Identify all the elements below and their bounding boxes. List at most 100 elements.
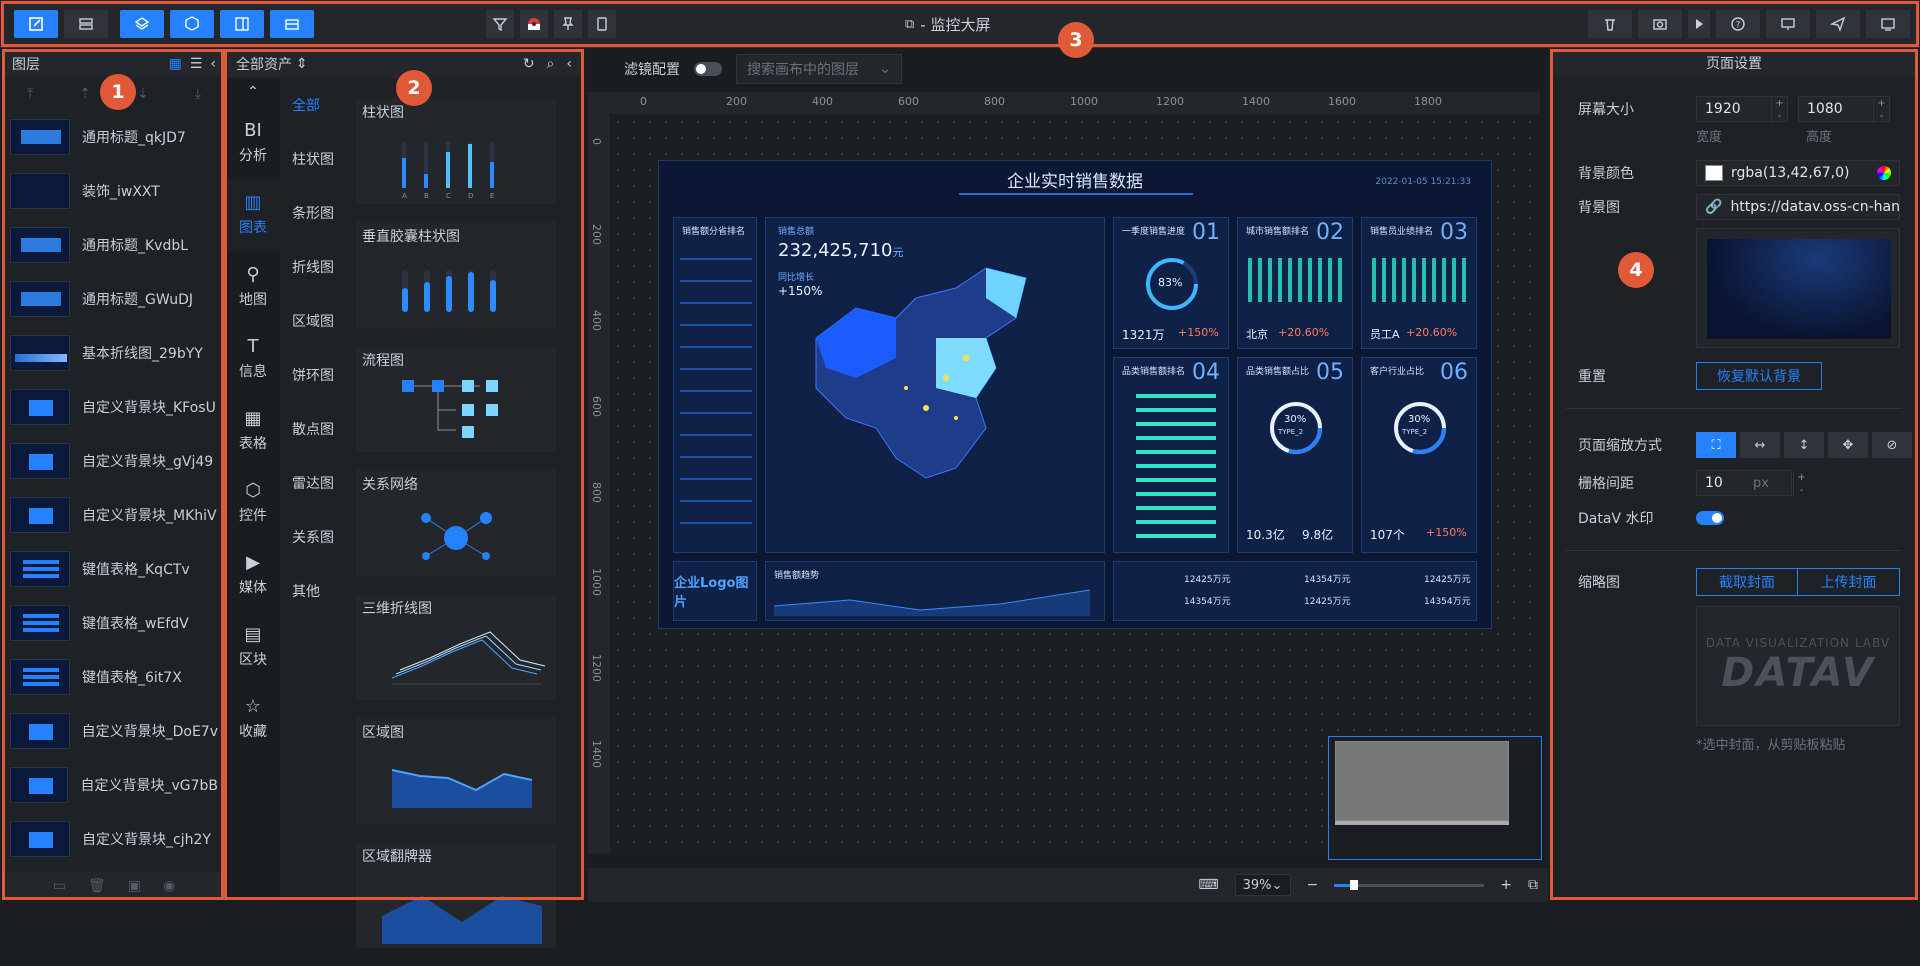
collapse-icon[interactable]: ‹ <box>566 56 572 72</box>
capture-cover-button[interactable]: 截取封面 <box>1696 568 1798 596</box>
fit-all-icon[interactable]: ⛶ <box>1696 432 1736 458</box>
watermark-toggle[interactable] <box>1696 511 1724 525</box>
layer-item[interactable]: 自定义背景块_DoE7v <box>4 704 224 758</box>
visibility-icon[interactable]: ◉ <box>163 878 175 894</box>
fit-height-icon[interactable]: ↕ <box>1784 432 1824 458</box>
fit-screen-icon[interactable]: ⧉ <box>1528 877 1538 893</box>
lock-icon[interactable]: ▣ <box>128 878 141 894</box>
upload-cover-button[interactable]: 上传封面 <box>1798 568 1900 596</box>
chevron-up-icon[interactable]: ⌃ <box>226 78 280 106</box>
card-3d-line[interactable]: 三维折线图 <box>356 594 556 700</box>
category-item[interactable]: ▥ 图表 <box>226 178 280 250</box>
category-item[interactable]: ▶ 媒体 <box>226 538 280 610</box>
toolbox-icon[interactable] <box>270 10 314 38</box>
clear-icon[interactable] <box>1588 10 1632 38</box>
ruler-corner-icon[interactable] <box>588 92 610 114</box>
height-stepper[interactable]: + - <box>1873 97 1889 123</box>
bg-image-input[interactable]: 🔗 https://datav.oss-cn-hangzhou <box>1696 194 1900 220</box>
search-icon[interactable]: ⌕ <box>547 56 555 72</box>
grid-input[interactable]: 10 px + - <box>1696 470 1806 497</box>
card-capsule-bar[interactable]: 垂直胶囊柱状图 <box>356 222 556 328</box>
layer-item[interactable]: 自定义背景块_vG7bB <box>4 758 224 812</box>
sort-icon[interactable]: ⇕ <box>296 56 308 72</box>
layer-item[interactable]: 键值表格_6it7X <box>4 650 224 704</box>
subcategory-item[interactable]: 折线图 <box>280 240 348 294</box>
zoom-slider[interactable] <box>1334 879 1485 890</box>
pokeball-icon[interactable] <box>520 10 548 38</box>
grid-stepper[interactable]: + - <box>1793 471 1809 497</box>
layer-item[interactable]: 通用标题_GWuDJ <box>4 272 224 326</box>
help-icon[interactable]: ? <box>1716 10 1760 38</box>
zoom-in-icon[interactable]: + <box>1500 877 1512 893</box>
camera-icon[interactable] <box>1638 10 1682 38</box>
layer-item[interactable]: 装饰_iwXXT <box>4 164 224 218</box>
edit-icon[interactable] <box>14 10 58 38</box>
layer-item[interactable]: 自定义背景块_KFosU <box>4 380 224 434</box>
move-bottom-icon[interactable]: ⤓ <box>195 86 201 102</box>
layer-item[interactable]: 自定义背景块_cjh2Y <box>4 812 224 866</box>
move-top-icon[interactable]: ⤒ <box>27 86 33 102</box>
card-area-flip[interactable]: 区域翻牌器 <box>356 842 556 948</box>
delete-icon[interactable]: 🗑 <box>88 878 106 894</box>
color-picker-icon[interactable] <box>1877 166 1891 180</box>
subcategory-item[interactable]: 柱状图 <box>280 132 348 186</box>
subcategory-item[interactable]: 其他 <box>280 564 348 618</box>
card-relation-network[interactable]: 关系网络 <box>356 470 556 576</box>
category-item[interactable]: ▤ 区块 <box>226 610 280 682</box>
mobile-icon[interactable] <box>588 10 616 38</box>
card-flow-chart[interactable]: 流程图 <box>356 346 556 452</box>
filter-toggle[interactable] <box>694 62 722 76</box>
bg-image-preview[interactable] <box>1696 228 1900 348</box>
dashboard-screen[interactable]: 企业实时销售数据 2022-01-05 15:21:33 销售额分省排名 销售总… <box>658 160 1492 629</box>
subcategory-item[interactable]: 区域图 <box>280 294 348 348</box>
bg-color-input[interactable]: rgba(13,42,67,0) <box>1696 160 1900 186</box>
subcategory-item[interactable]: 饼环图 <box>280 348 348 402</box>
move-up-icon[interactable]: ⇡ <box>79 86 91 102</box>
list-view-icon[interactable]: ☰ <box>190 56 203 72</box>
components-toggle-icon[interactable] <box>170 10 214 38</box>
keyboard-icon[interactable]: ⌨ <box>1198 877 1218 893</box>
height-input[interactable]: 1080 + - <box>1798 96 1890 123</box>
layer-item[interactable]: 通用标题_qkJD7 <box>4 110 224 164</box>
move-down-icon[interactable]: ⇣ <box>137 86 149 102</box>
layer-item[interactable]: 键值表格_wEfdV <box>4 596 224 650</box>
category-item[interactable]: BI 分析 <box>226 106 280 178</box>
subcategory-item[interactable]: 全部 <box>280 78 348 132</box>
layer-item[interactable]: 基本折线图_29bYY <box>4 326 224 380</box>
grid-view-icon[interactable]: ▦ <box>169 56 182 72</box>
full-stretch-icon[interactable]: ✥ <box>1828 432 1868 458</box>
subcategory-item[interactable]: 条形图 <box>280 186 348 240</box>
subcategory-item[interactable]: 雷达图 <box>280 456 348 510</box>
zoom-select[interactable]: 39% ⌄ <box>1234 874 1291 896</box>
reset-bg-button[interactable]: 恢复默认背景 <box>1696 362 1822 390</box>
no-scale-icon[interactable]: ⊘ <box>1872 432 1912 458</box>
category-item[interactable]: ⚲ 地图 <box>226 250 280 322</box>
layers-toggle-icon[interactable] <box>120 10 164 38</box>
assets-title[interactable]: 全部资产 <box>236 54 292 74</box>
publish-icon[interactable] <box>1766 10 1810 38</box>
category-item[interactable]: ⬡ 控件 <box>226 466 280 538</box>
filter-icon[interactable] <box>486 10 514 38</box>
width-stepper[interactable]: + - <box>1771 97 1787 123</box>
layer-search-input[interactable]: 搜索画布中的图层 ⌄ <box>736 54 902 84</box>
card-bar-chart[interactable]: 柱状图 A B C D E <box>356 98 556 204</box>
subcategory-item[interactable]: 散点图 <box>280 402 348 456</box>
layer-item[interactable]: 自定义背景块_MKhiV <box>4 488 224 542</box>
layer-item[interactable]: 键值表格_KqCTv <box>4 542 224 596</box>
category-item[interactable]: T 信息 <box>226 322 280 394</box>
card-area-chart[interactable]: 区域图 <box>356 718 556 824</box>
width-input[interactable]: 1920 + - <box>1696 96 1788 123</box>
subcategory-item[interactable]: 关系图 <box>280 510 348 564</box>
thumbnail-preview[interactable]: DATA VISUALIZATION LABV DATAV <box>1696 606 1900 726</box>
color-swatch[interactable] <box>1705 165 1723 181</box>
category-item[interactable]: ▦ 表格 <box>226 394 280 466</box>
pin-icon[interactable] <box>554 10 582 38</box>
layer-item[interactable]: 通用标题_KvdbL <box>4 218 224 272</box>
send-icon[interactable] <box>1816 10 1860 38</box>
layout-icon[interactable] <box>64 10 108 38</box>
chevron-down-icon[interactable]: ⌄ <box>879 61 891 77</box>
play-icon[interactable] <box>1688 10 1710 38</box>
layer-item[interactable]: 自定义背景块_gVj49 <box>4 434 224 488</box>
preview-icon[interactable] <box>1866 10 1910 38</box>
minimap[interactable] <box>1328 736 1542 860</box>
